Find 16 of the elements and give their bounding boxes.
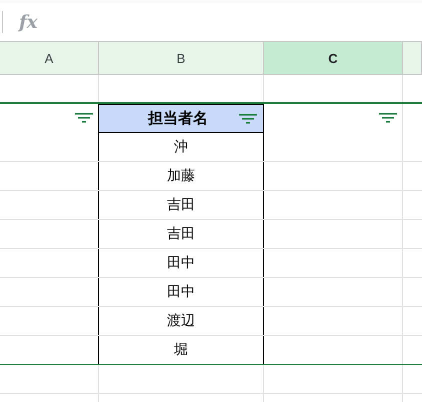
column-header[interactable]: A xyxy=(0,42,99,75)
table-cell: 加藤 xyxy=(98,162,264,190)
table-header: 担当者名 xyxy=(148,108,208,128)
column-header[interactable]: B xyxy=(99,42,264,75)
filter-icon[interactable] xyxy=(379,113,397,123)
table-cell: 田中 xyxy=(98,248,264,276)
function-label: fx xyxy=(19,12,38,32)
filter-icon[interactable] xyxy=(75,113,93,123)
table-cell: 沖 xyxy=(98,132,264,160)
table-cell: 吉田 xyxy=(98,190,264,218)
column-header[interactable]: C xyxy=(264,42,403,75)
table-cell: 渡辺 xyxy=(98,306,264,334)
table-cell: 吉田 xyxy=(98,220,264,248)
table-cell: 堀 xyxy=(98,336,264,364)
table-cell: 田中 xyxy=(98,278,264,306)
filter-icon[interactable] xyxy=(239,114,257,124)
